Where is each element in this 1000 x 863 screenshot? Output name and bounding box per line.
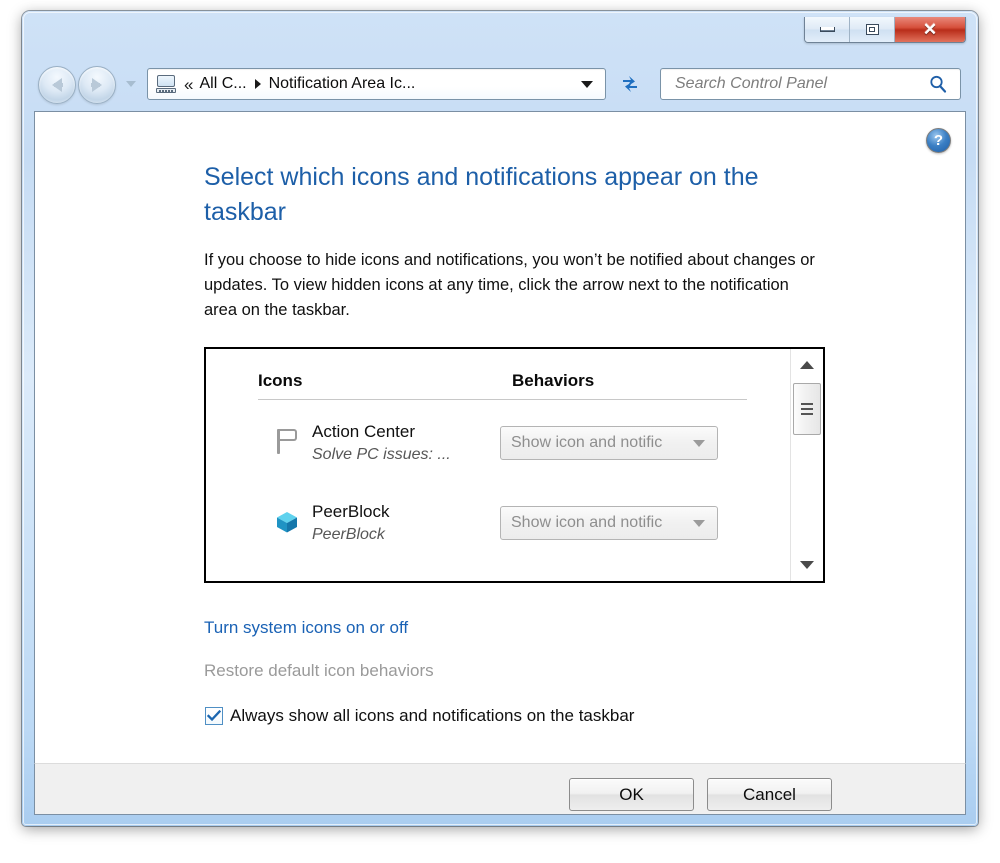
refresh-button[interactable] xyxy=(613,68,647,100)
minimize-icon xyxy=(819,27,835,32)
link-restore-default-icon-behaviors[interactable]: Restore default icon behaviors xyxy=(204,661,434,681)
cube-icon xyxy=(274,508,300,534)
breadcrumb-overflow-icon[interactable]: « xyxy=(184,76,193,93)
header-divider xyxy=(258,399,747,400)
vertical-scrollbar[interactable] xyxy=(790,349,823,581)
control-panel-icon xyxy=(156,75,176,93)
page-description: If you choose to hide icons and notifica… xyxy=(204,251,815,319)
icons-list-box: Icons Behaviors Action Center Solve PC i… xyxy=(204,347,825,583)
search-input[interactable] xyxy=(673,74,927,94)
scroll-down-button[interactable] xyxy=(791,549,823,581)
dialog-footer: OK Cancel xyxy=(34,763,966,815)
maximize-icon xyxy=(865,24,879,35)
breadcrumb-separator-icon xyxy=(254,79,261,89)
back-button[interactable] xyxy=(38,66,76,104)
maximize-button[interactable] xyxy=(850,17,895,42)
list-item-title: PeerBlock xyxy=(312,502,390,521)
title-bar: ✕ xyxy=(22,11,978,59)
help-button[interactable]: ? xyxy=(926,128,951,153)
list-item-subtitle: Solve PC issues: ... xyxy=(312,446,451,463)
forward-button[interactable] xyxy=(78,66,116,104)
column-header-behaviors: Behaviors xyxy=(512,371,595,390)
page-title: Select which icons and notifications app… xyxy=(204,163,759,226)
scrollbar-thumb[interactable] xyxy=(793,383,821,435)
list-header-row: Icons Behaviors xyxy=(206,371,790,403)
behavior-dropdown[interactable]: Show icon and notific xyxy=(500,426,718,460)
table-row: Action Center Solve PC issues: ... Show … xyxy=(206,422,790,486)
link-turn-system-icons-on-or-off[interactable]: Turn system icons on or off xyxy=(204,618,408,638)
always-show-all-icons-checkbox-row[interactable]: Always show all icons and notifications … xyxy=(205,706,634,726)
minimize-button[interactable] xyxy=(805,17,850,42)
control-panel-window: ✕ « All C... Notification Area Ic... Sea… xyxy=(22,11,978,826)
recent-pages-chevron-down-icon[interactable] xyxy=(126,81,136,87)
flag-icon xyxy=(274,428,300,454)
behavior-dropdown[interactable]: Show icon and notific xyxy=(500,506,718,540)
arrow-left-icon xyxy=(52,78,63,92)
breadcrumb-item-all-control-panel[interactable]: All C... xyxy=(199,75,246,93)
content-pane: ? Select which icons and notifications a… xyxy=(34,111,966,763)
chevron-down-icon xyxy=(800,561,814,569)
column-header-icons: Icons xyxy=(258,371,303,390)
list-item-subtitle: PeerBlock xyxy=(312,526,385,543)
checkbox-label: Always show all icons and notifications … xyxy=(230,706,635,725)
table-row: PeerBlock PeerBlock Show icon and notifi… xyxy=(206,502,790,566)
scroll-up-button[interactable] xyxy=(791,349,823,381)
chevron-down-icon xyxy=(693,439,705,447)
address-bar[interactable]: « All C... Notification Area Ic... xyxy=(147,68,606,100)
chevron-up-icon xyxy=(800,361,814,369)
caption-button-group: ✕ xyxy=(804,17,966,43)
close-button[interactable]: ✕ xyxy=(895,17,965,42)
close-icon: ✕ xyxy=(922,20,938,39)
breadcrumb-item-notification-area-icons[interactable]: Notification Area Ic... xyxy=(269,75,416,93)
address-dropdown-chevron-down-icon[interactable] xyxy=(581,80,593,88)
desktop-backdrop: ✕ « All C... Notification Area Ic... Sea… xyxy=(0,0,1000,863)
search-icon xyxy=(930,75,947,93)
always-show-all-icons-checkbox[interactable] xyxy=(205,707,223,725)
ok-button[interactable]: OK xyxy=(569,778,694,811)
refresh-icon xyxy=(623,76,637,92)
list-item-title: Action Center xyxy=(312,422,415,441)
navigation-toolbar: « All C... Notification Area Ic... xyxy=(22,59,978,109)
cancel-button[interactable]: Cancel xyxy=(707,778,832,811)
arrow-right-icon xyxy=(91,78,102,92)
check-icon xyxy=(207,710,221,722)
chevron-down-icon xyxy=(693,519,705,527)
help-question-mark-icon: ? xyxy=(933,132,944,149)
behavior-dropdown-value: Show icon and notific xyxy=(511,514,663,531)
search-box[interactable] xyxy=(660,68,961,100)
behavior-dropdown-value: Show icon and notific xyxy=(511,434,663,451)
